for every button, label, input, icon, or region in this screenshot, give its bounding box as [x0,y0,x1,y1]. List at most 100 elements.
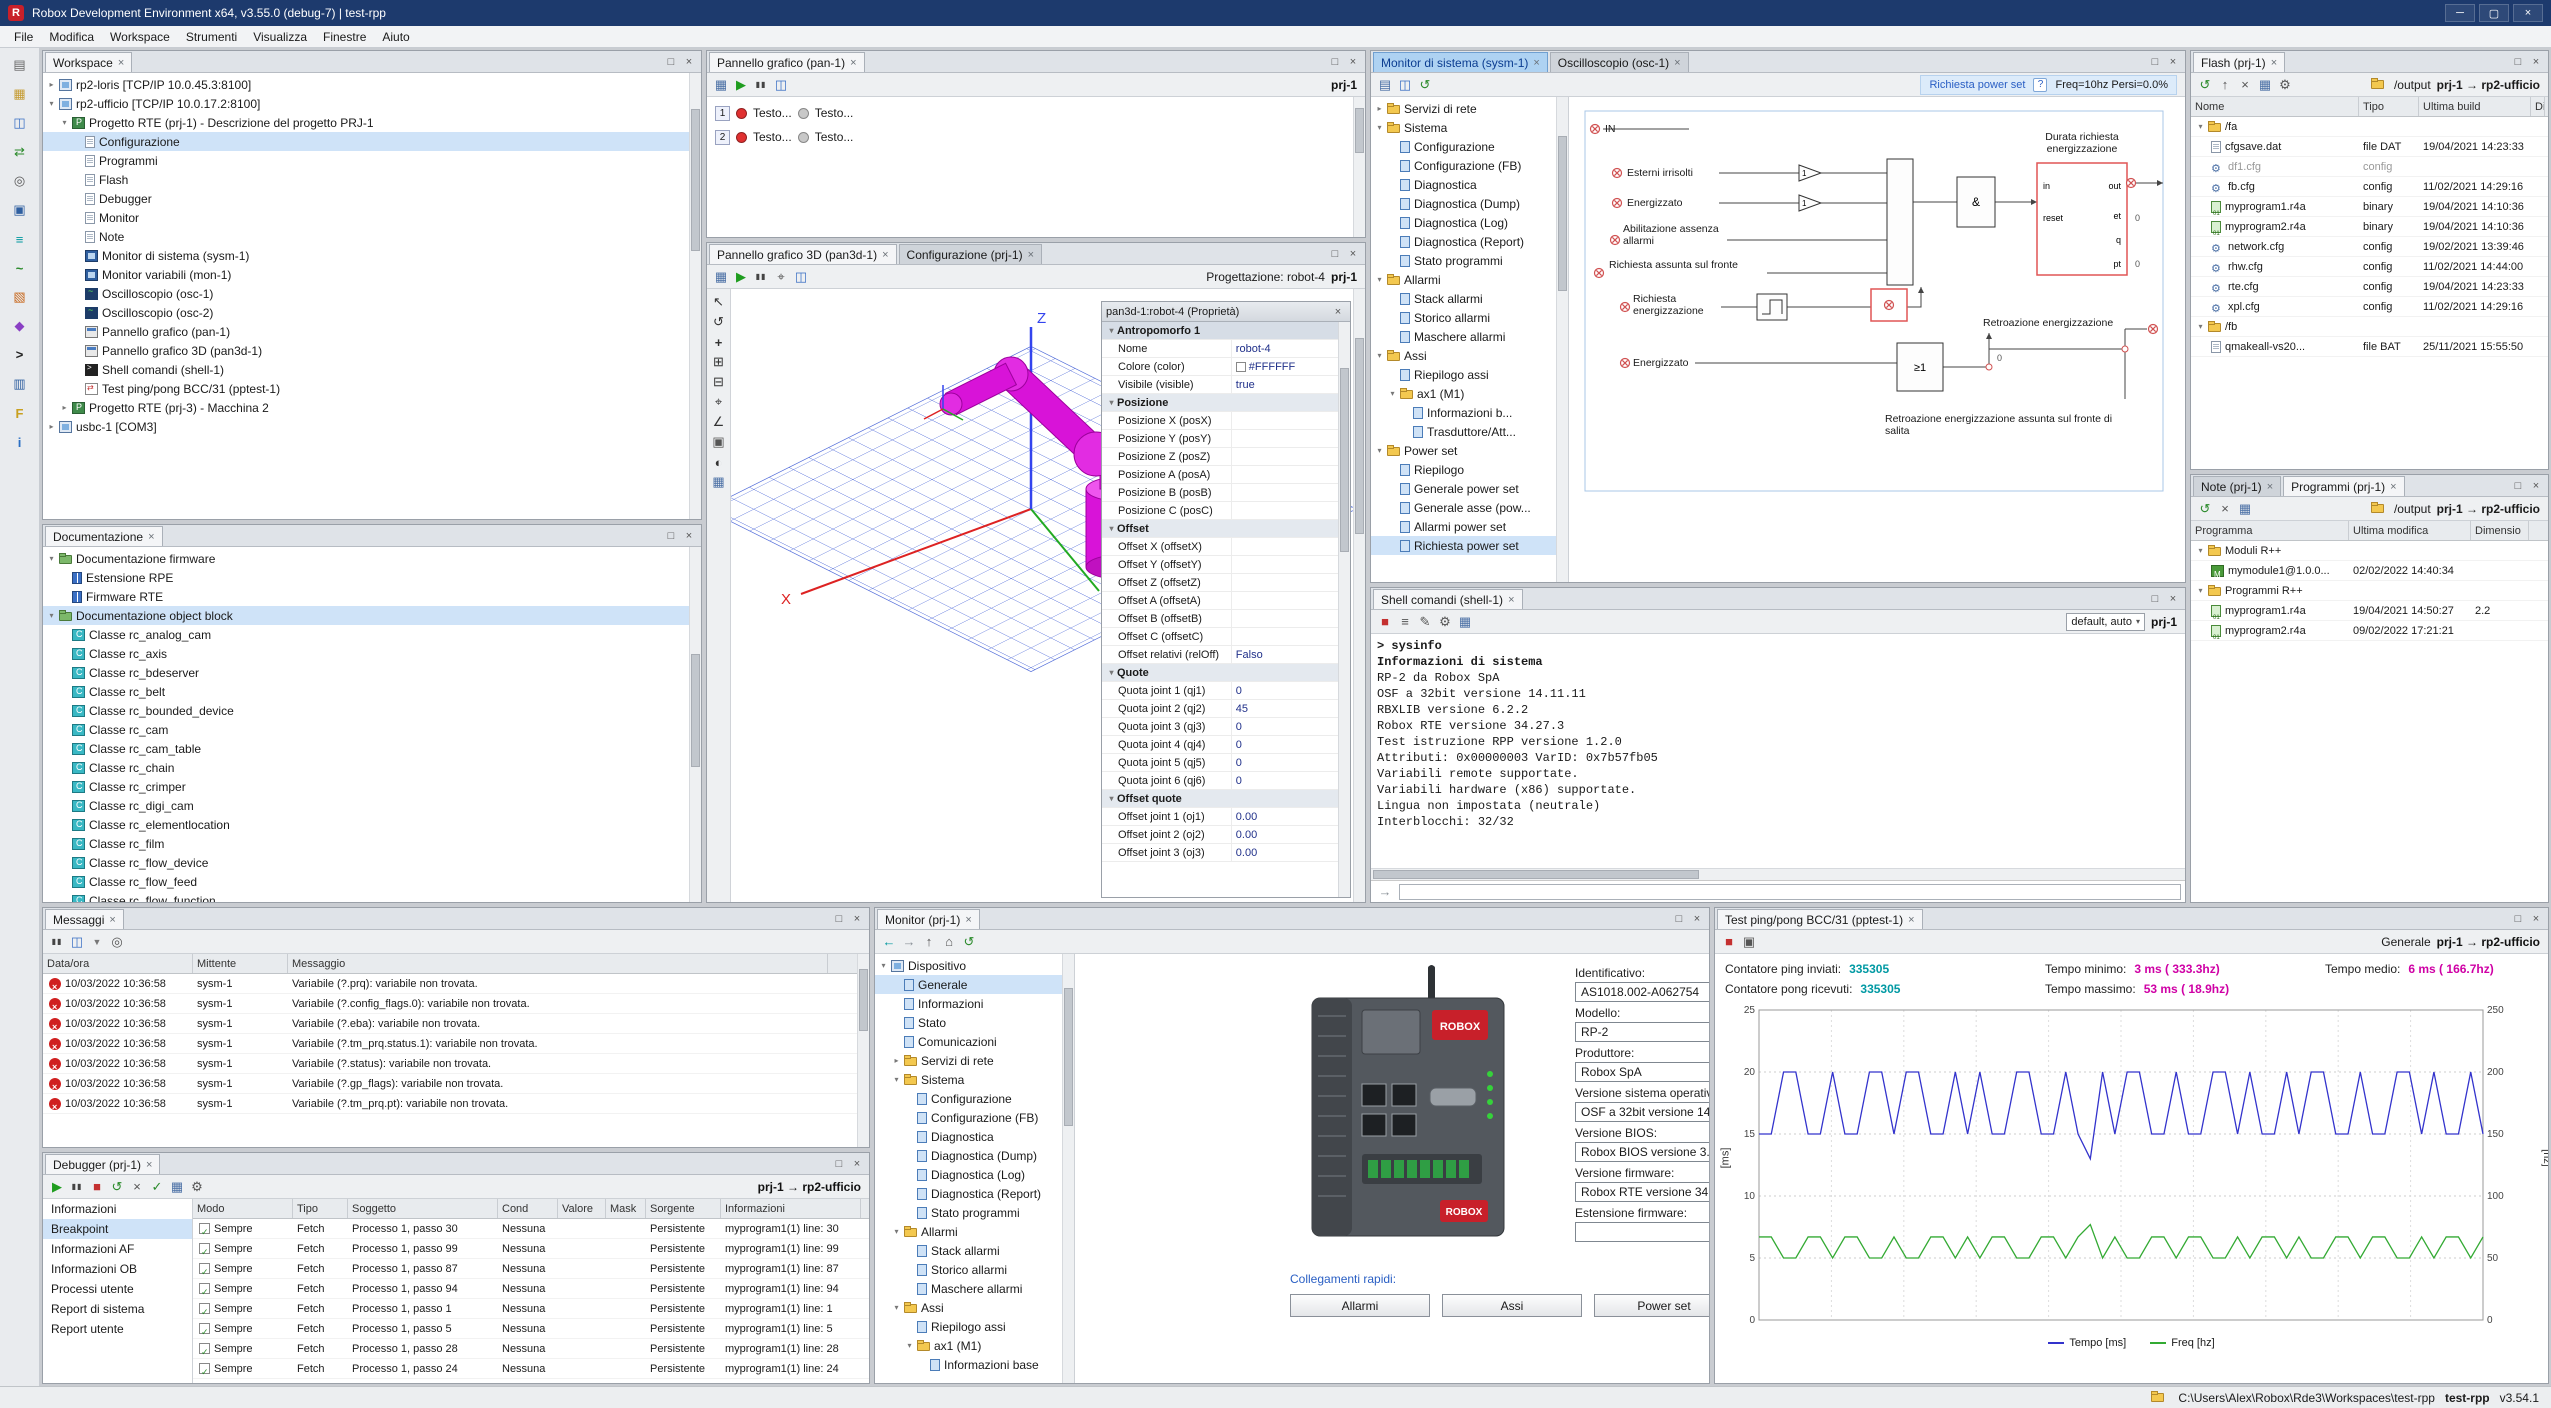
profile-select[interactable]: default, auto▾ [2066,613,2145,631]
tab-documentazione[interactable]: Documentazione× [45,526,163,546]
property-row[interactable]: Posizione Y (posY) [1102,430,1338,448]
tree-item[interactable]: Riepilogo assi [875,1317,1074,1336]
table-row[interactable]: rhw.cfgconfig11/02/2021 14:44:00 [2191,257,2548,277]
table-row[interactable]: 10/03/2022 10:36:58sysm-1Variabile (?.pr… [43,974,869,994]
property-row[interactable]: Quota joint 5 (qj5)0 [1102,754,1338,772]
close-icon[interactable] [1330,304,1346,320]
tree-item[interactable]: Stato programmi [1371,251,1568,270]
list-item[interactable]: Report di sistema [43,1299,192,1319]
table-row[interactable]: ▾/fb [2191,317,2548,337]
check-icon[interactable] [147,1177,167,1197]
property-row[interactable]: Offset B (offsetB) [1102,610,1338,628]
panel-item[interactable]: 1Testo...Testo... [707,101,1365,125]
target-icon[interactable] [771,267,791,287]
tree-item[interactable]: Diagnostica (Report) [875,1184,1074,1203]
tree-item[interactable]: Firmware RTE [43,587,701,606]
pan-icon[interactable] [710,333,728,351]
close-icon[interactable]: × [1028,249,1034,261]
tree-item[interactable]: Classe rc_chain [43,758,701,777]
field-value[interactable]: OSF a 32bit versione 14.11.11 [1575,1102,1709,1122]
tree-item[interactable]: Classe rc_digi_cam [43,796,701,815]
column-header[interactable]: Modo [193,1199,293,1218]
close-icon[interactable] [2528,54,2544,70]
tree-item[interactable]: ▾Progetto RTE (prj-1) - Descrizione del … [43,113,701,132]
open-folder-icon[interactable] [6,81,34,107]
list-item[interactable]: Breakpoint [43,1219,192,1239]
tree-item[interactable]: Classe rc_film [43,834,701,853]
tree-item[interactable]: Monitor variabili (mon-1) [43,265,701,284]
tree-item[interactable]: Shell comandi (shell-1) [43,360,701,379]
close-icon[interactable] [1345,54,1361,70]
close-icon[interactable] [1345,246,1361,262]
filter-icon[interactable] [87,932,107,952]
refresh-icon[interactable] [2195,75,2215,95]
list-item[interactable]: Informazioni OB [43,1259,192,1279]
tree-item[interactable]: Classe rc_flow_feed [43,872,701,891]
column-header[interactable]: Informazioni [721,1199,861,1218]
scrollbar[interactable] [689,73,701,519]
tree-item[interactable]: Monitor di sistema (sysm-1) [43,246,701,265]
close-icon[interactable]: × [882,249,888,261]
gear-icon[interactable] [1435,612,1455,632]
column-header[interactable]: Programma [2191,521,2349,540]
float-icon[interactable] [663,54,679,70]
tree-item[interactable]: Allarmi power set [1371,517,1568,536]
close-icon[interactable] [2165,591,2181,607]
oscilloscope-icon[interactable] [6,255,34,281]
info-icon[interactable] [6,429,34,455]
save-icon[interactable] [791,267,811,287]
table-row[interactable]: SempreFetchProcesso 1, passo 28NessunaPe… [193,1339,869,1359]
orbit-icon[interactable] [710,313,728,331]
tree-item[interactable]: Riepilogo assi [1371,365,1568,384]
scrollbar[interactable] [1556,97,1568,582]
monitor-icon[interactable] [6,197,34,223]
tree-item[interactable]: Monitor [43,208,701,227]
powerset-button[interactable]: Power set [1594,1294,1709,1317]
panel-item[interactable]: 2Testo...Testo... [707,125,1365,149]
float-icon[interactable] [663,528,679,544]
tree-item[interactable]: Oscilloscopio (osc-1) [43,284,701,303]
tree-item[interactable]: Classe rc_bounded_device [43,701,701,720]
tree-item[interactable]: ▾Allarmi [1371,270,1568,289]
tree-item[interactable]: Classe rc_belt [43,682,701,701]
up-icon[interactable] [919,932,939,952]
tab-oscilloscopio-osc-1-[interactable]: Oscilloscopio (osc-1)× [1550,52,1689,72]
tab-monitor-di-sistema-sysm-1-[interactable]: Monitor di sistema (sysm-1)× [1373,52,1548,72]
list-icon[interactable] [1395,612,1415,632]
stop-icon[interactable] [87,1177,107,1197]
close-icon[interactable]: × [965,914,971,926]
table-row[interactable]: SempreFetchProcesso 1, passo 1NessunaPer… [193,1299,869,1319]
tree-item[interactable]: ▾Documentazione object block [43,606,701,625]
stop-icon[interactable] [1375,612,1395,632]
property-row[interactable]: ▾Antropomorfo 1 [1102,322,1338,340]
float-icon[interactable] [1671,911,1687,927]
close-button[interactable]: × [2513,4,2543,22]
table-row[interactable]: SempreFetchProcesso 1, passo 30NessunaPe… [193,1219,869,1239]
table-row[interactable]: fb.cfgconfig11/02/2021 14:29:16 [2191,177,2548,197]
tree-item[interactable]: Informazioni b... [1371,403,1568,422]
field-value[interactable]: Robox BIOS versione 3.0.10 [1575,1142,1709,1162]
list-item[interactable]: Informazioni AF [43,1239,192,1259]
minimize-button[interactable]: ─ [2445,4,2475,22]
tree-item[interactable]: ▾Dispositivo [875,956,1074,975]
tree-item[interactable]: Diagnostica (Dump) [1371,194,1568,213]
tree-item[interactable]: Informazioni base [875,1355,1074,1374]
close-icon[interactable] [681,528,697,544]
property-row[interactable]: Posizione A (posA) [1102,466,1338,484]
tree-item[interactable]: Trasduttore/Att... [1371,422,1568,441]
tree-item[interactable]: Note [43,227,701,246]
pause-icon[interactable] [67,1177,87,1197]
close-icon[interactable]: × [850,57,856,69]
close-icon[interactable] [681,54,697,70]
table-row[interactable]: SempreFetchProcesso 1, passo 99NessunaPe… [193,1239,869,1259]
property-row[interactable]: ▾Offset quote [1102,790,1338,808]
column-header[interactable]: Mask [606,1199,646,1218]
tree-item[interactable]: Riepilogo [1371,460,1568,479]
field-value[interactable] [1575,1222,1709,1242]
command-input[interactable] [1399,884,2181,900]
tree-item[interactable]: Informazioni [875,994,1074,1013]
tree-item[interactable]: ▸Servizi di rete [1371,99,1568,118]
documentation-icon[interactable] [6,371,34,397]
close-icon[interactable] [2528,478,2544,494]
property-row[interactable]: Offset C (offsetC) [1102,628,1338,646]
